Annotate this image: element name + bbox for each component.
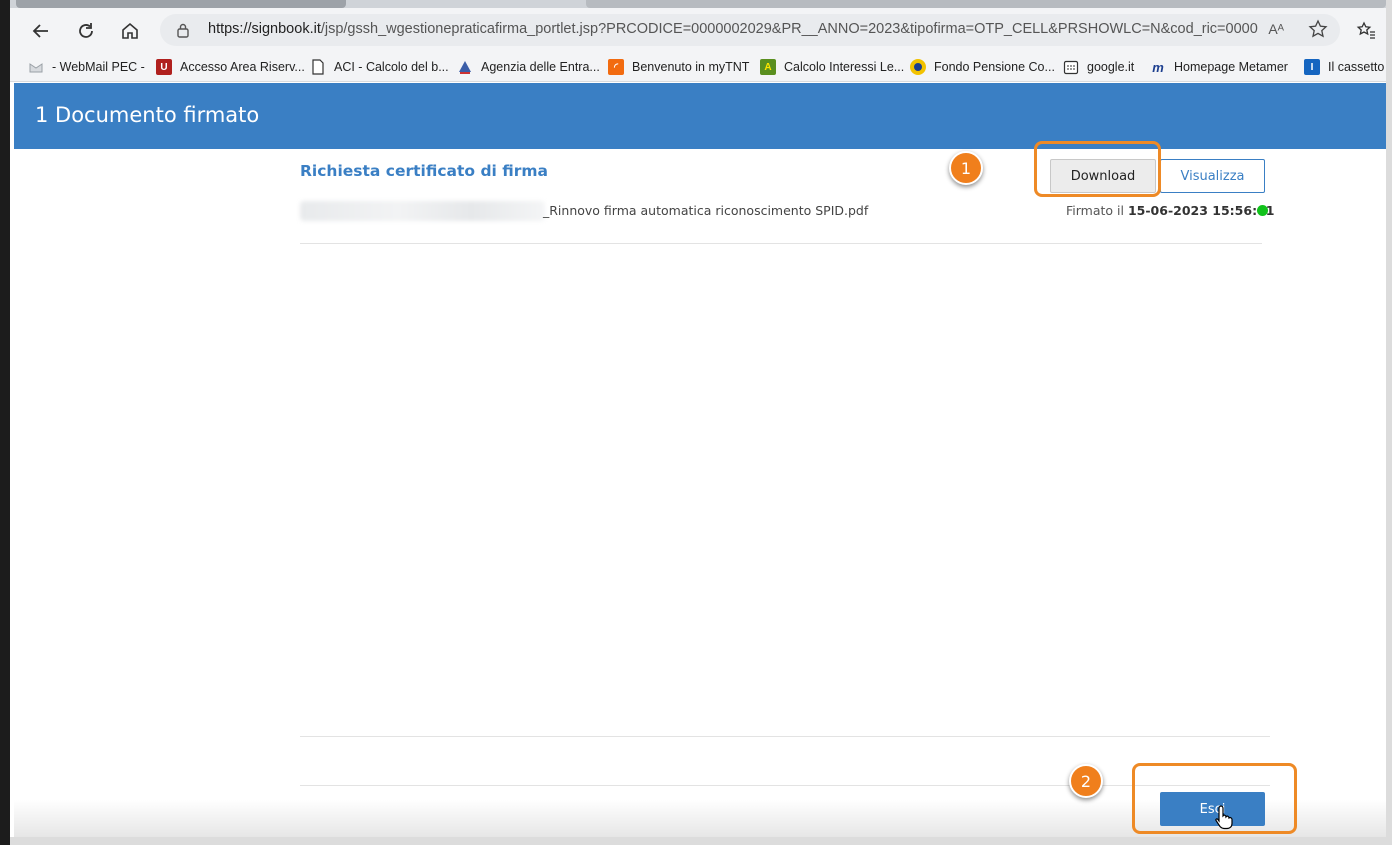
address-bar[interactable]: https://signbook.it/jsp/gssh_wgestionepr… <box>160 14 1340 46</box>
signed-info: Firmato il 15-06-2023 15:56:01 <box>1066 203 1274 218</box>
download-highlight <box>1034 141 1161 197</box>
home-icon <box>122 22 138 39</box>
bookmark-label: Agenzia delle Entra... <box>481 60 600 74</box>
bookmark-item[interactable]: U Accesso Area Riserv... <box>156 56 305 78</box>
bookmark-label: Fondo Pensione Co... <box>934 60 1055 74</box>
browser-tab[interactable] <box>586 0 1386 8</box>
bookmark-label: Calcolo Interessi Le... <box>784 60 905 74</box>
step-badge-1: 1 <box>949 151 983 185</box>
bookmark-label: Homepage Metamer <box>1174 60 1288 74</box>
divider <box>300 243 1262 244</box>
bookmarks-bar: - WebMail PEC - U Accesso Area Riserv... … <box>10 52 1386 82</box>
bookmark-item[interactable]: Agenzia delle Entra... <box>457 56 600 78</box>
divider <box>300 736 1270 737</box>
screenshot-frame: https://signbook.it/jsp/gssh_wgestionepr… <box>0 0 1392 845</box>
envelope-icon <box>28 59 44 75</box>
bookmark-item[interactable]: m Homepage Metamer <box>1150 56 1288 78</box>
favorites-icon[interactable] <box>1356 20 1376 44</box>
home-button[interactable] <box>117 18 143 44</box>
refresh-icon <box>79 23 93 38</box>
url-text[interactable]: https://signbook.it/jsp/gssh_wgestionepr… <box>208 21 1258 37</box>
i-logo-icon: I <box>1304 59 1320 75</box>
page-header: 1 Documento firmato <box>14 83 1386 149</box>
signed-date: 15-06-2023 15:56:01 <box>1127 203 1275 218</box>
left-window-edge <box>0 0 10 845</box>
bookmark-label: Benvenuto in myTNT <box>632 60 750 74</box>
tab-strip <box>10 0 1386 8</box>
divider <box>300 785 1270 786</box>
bookmark-label: - WebMail PEC - <box>52 60 145 74</box>
bookmark-item[interactable]: Fondo Pensione Co... <box>910 56 1055 78</box>
bookmark-item[interactable]: - WebMail PEC - <box>28 56 145 78</box>
signed-prefix: Firmato il <box>1066 203 1124 218</box>
bookmark-item[interactable]: ACI - Calcolo del b... <box>310 56 449 78</box>
back-arrow-icon <box>32 24 48 38</box>
calendar-icon <box>1063 59 1079 75</box>
bookmark-label: ACI - Calcolo del b... <box>334 60 449 74</box>
redacted-filename-prefix <box>300 201 545 221</box>
read-aloud-icon[interactable]: Aᴬ <box>1268 21 1284 37</box>
browser-tab[interactable] <box>16 0 346 8</box>
agency-icon <box>457 59 473 75</box>
bookmark-label: Il cassetto <box>1328 60 1385 74</box>
page-title: 1 Documento firmato <box>35 103 260 127</box>
hand-cursor-icon <box>1215 804 1235 834</box>
back-button[interactable] <box>28 18 54 44</box>
bookmark-item[interactable]: google.it <box>1063 56 1134 78</box>
bookmark-label: google.it <box>1087 60 1135 74</box>
bookmark-item[interactable]: I Il cassetto <box>1304 56 1384 78</box>
bottom-window-edge <box>10 837 1386 845</box>
refresh-button[interactable] <box>73 18 99 44</box>
page-icon <box>310 59 326 75</box>
bookmark-item[interactable]: A Calcolo Interessi Le... <box>760 56 904 78</box>
right-window-edge <box>1386 0 1392 845</box>
view-button[interactable]: Visualizza <box>1160 159 1265 193</box>
url-host: https://signbook.it <box>208 21 321 37</box>
url-path: /jsp/gssh_wgestionepraticafirma_portlet.… <box>320 21 1258 37</box>
file-name: _Rinnovo firma automatica riconoscimento… <box>543 203 869 218</box>
favorite-star-icon[interactable] <box>1308 19 1328 43</box>
m-logo-icon: m <box>1152 59 1164 75</box>
lock-icon[interactable] <box>176 22 190 42</box>
step-badge-2: 2 <box>1069 764 1103 798</box>
status-dot-icon <box>1257 205 1268 216</box>
browser-toolbar: https://signbook.it/jsp/gssh_wgestionepr… <box>10 8 1386 52</box>
bookmark-item[interactable]: ◜ Benvenuto in myTNT <box>608 56 749 78</box>
a-logo-icon: A <box>760 59 776 75</box>
bookmark-label: Accesso Area Riserv... <box>180 60 305 74</box>
u-logo-icon: U <box>156 59 172 75</box>
document-title: Richiesta certificato di firma <box>300 162 548 180</box>
tnt-icon: ◜ <box>608 59 624 75</box>
circle-logo-icon <box>910 59 926 75</box>
